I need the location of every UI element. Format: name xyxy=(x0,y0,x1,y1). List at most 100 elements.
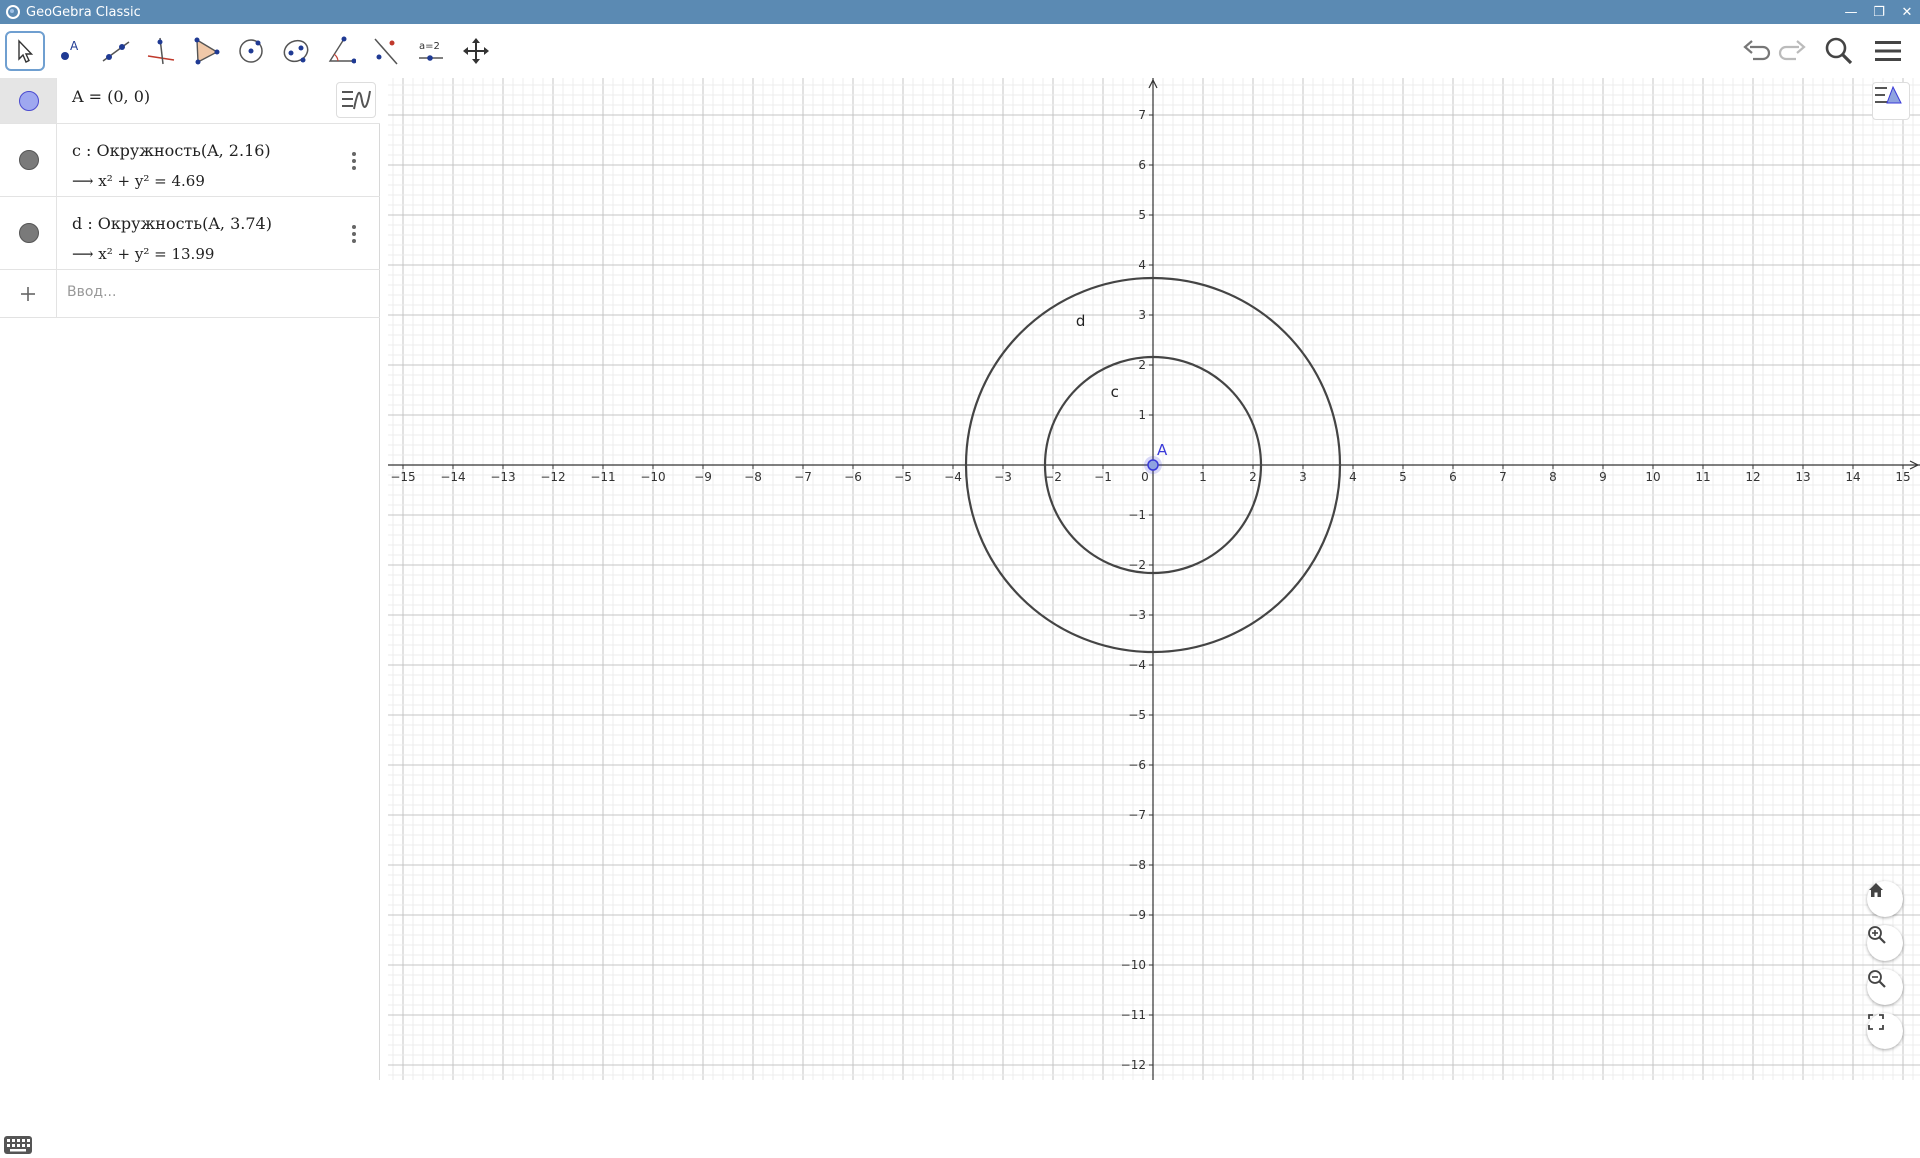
graphics-view[interactable]: −15 −14 −13 −12 −11 −10 −9 −8 −7 −6 −5 −4 −3 −2 −1 0 1 2 3… xyxy=(388,78,1920,1080)
move-tool-button[interactable] xyxy=(5,31,45,71)
graphics-style-button[interactable] xyxy=(1872,82,1910,120)
ellipse-icon xyxy=(283,39,309,63)
visibility-marble[interactable] xyxy=(19,150,39,170)
reflect-icon xyxy=(374,38,398,65)
x-tick-label: 10 xyxy=(1645,470,1660,484)
algebra-input-row[interactable]: Ввод... xyxy=(0,270,380,318)
plus-icon[interactable] xyxy=(18,284,38,304)
x-tick-label: −7 xyxy=(794,470,812,484)
y-tick-label: 7 xyxy=(1138,108,1146,122)
x-tick-label: 8 xyxy=(1549,470,1557,484)
algebra-style-button[interactable] xyxy=(336,82,376,118)
algebra-value: ⟶ x² + y² = 4.69 xyxy=(72,172,205,190)
algebra-view: A = (0, 0) c : Окружность(A, 2.16) ⟶ x² … xyxy=(0,78,380,1154)
x-tick-label: 12 xyxy=(1745,470,1760,484)
circle-label-c: c xyxy=(1111,383,1119,401)
more-options-icon[interactable] xyxy=(352,225,356,243)
polygon-icon xyxy=(194,37,220,65)
ellipse-tool-button[interactable] xyxy=(276,31,316,71)
x-tick-label: 1 xyxy=(1199,470,1207,484)
keyboard-icon[interactable] xyxy=(4,1136,32,1154)
reflect-tool-button[interactable] xyxy=(366,31,406,71)
move-graphics-view-tool-button[interactable] xyxy=(456,31,496,71)
algebra-row-c[interactable]: c : Окружность(A, 2.16) ⟶ x² + y² = 4.69 xyxy=(0,124,380,197)
restore-icon[interactable]: ❐ xyxy=(1872,5,1886,20)
marble-column xyxy=(0,197,57,269)
output-arrow: ⟶ xyxy=(72,245,94,263)
slider-tool-button[interactable]: a=2 xyxy=(411,31,451,71)
undo-button[interactable] xyxy=(1737,32,1775,70)
algebra-row-d[interactable]: d : Окружность(A, 3.74) ⟶ x² + y² = 13.9… xyxy=(0,197,380,270)
search-button[interactable] xyxy=(1820,32,1858,70)
circle-icon xyxy=(239,39,263,63)
visibility-marble[interactable] xyxy=(19,223,39,243)
algebra-row-A[interactable]: A = (0, 0) xyxy=(0,78,380,124)
y-tick-label: 4 xyxy=(1138,258,1146,272)
marble-column xyxy=(0,124,57,196)
algebra-value: ⟶ x² + y² = 13.99 xyxy=(72,245,214,263)
move-view-icon xyxy=(463,38,489,64)
point-icon: A xyxy=(61,39,79,60)
minimize-icon[interactable]: — xyxy=(1844,5,1858,20)
circle-tool-button[interactable] xyxy=(231,31,271,71)
point-tool-button[interactable]: A xyxy=(51,31,91,71)
y-tick-label: −9 xyxy=(1128,908,1146,922)
x-tick-label: −9 xyxy=(694,470,712,484)
zoom-in-button[interactable] xyxy=(1867,925,1903,961)
marble-column xyxy=(0,78,57,123)
line-tool-button[interactable] xyxy=(96,31,136,71)
redo-button[interactable] xyxy=(1774,32,1812,70)
x-tick-label: −5 xyxy=(894,470,912,484)
x-tick-label: 9 xyxy=(1599,470,1607,484)
algebra-value-text: x² + y² = 4.69 xyxy=(98,172,205,190)
angle-icon xyxy=(328,36,356,64)
algebra-style-icon xyxy=(342,90,371,110)
input-bar-placeholder[interactable]: Ввод... xyxy=(67,284,116,300)
marble-column xyxy=(0,270,57,317)
x-tick-label: 5 xyxy=(1399,470,1407,484)
zoom-out-button[interactable] xyxy=(1867,969,1903,1005)
y-tick-label: −10 xyxy=(1121,958,1146,972)
home-icon xyxy=(1869,883,1883,897)
x-tick-label: −1 xyxy=(1094,470,1112,484)
more-options-icon[interactable] xyxy=(352,152,356,170)
y-tick-label: 5 xyxy=(1138,208,1146,222)
standard-view-button[interactable] xyxy=(1867,881,1903,917)
y-tick-label: −7 xyxy=(1128,808,1146,822)
x-tick-label: −6 xyxy=(844,470,862,484)
main-menu-button[interactable] xyxy=(1869,32,1907,70)
fullscreen-icon xyxy=(1868,1014,1884,1030)
y-tick-label: 6 xyxy=(1138,158,1146,172)
algebra-definition[interactable]: d : Окружность(A, 3.74) xyxy=(72,214,272,233)
slider-icon: a=2 xyxy=(419,41,443,61)
visibility-marble[interactable] xyxy=(19,91,39,111)
y-tick-label: 2 xyxy=(1138,358,1146,372)
algebra-value-text: x² + y² = 13.99 xyxy=(98,245,215,263)
x-tick-label: 6 xyxy=(1449,470,1457,484)
x-tick-label: 7 xyxy=(1499,470,1507,484)
svg-text:a=2: a=2 xyxy=(419,41,440,52)
perpendicular-line-tool-button[interactable] xyxy=(141,31,181,71)
geogebra-logo-icon xyxy=(6,5,20,19)
x-tick-label: −14 xyxy=(440,470,465,484)
algebra-definition[interactable]: c : Окружность(A, 2.16) xyxy=(72,141,271,160)
polygon-tool-button[interactable] xyxy=(186,31,226,71)
arrow-cursor-icon xyxy=(18,39,34,63)
x-tick-label: −15 xyxy=(390,470,415,484)
x-tick-label: −4 xyxy=(944,470,962,484)
x-tick-label: 11 xyxy=(1695,470,1710,484)
window-title: GeoGebra Classic xyxy=(26,4,141,20)
y-tick-label: −8 xyxy=(1128,858,1146,872)
algebra-definition[interactable]: A = (0, 0) xyxy=(72,87,150,106)
point-A[interactable] xyxy=(1147,459,1159,471)
angle-tool-button[interactable] xyxy=(321,31,361,71)
x-tick-label: 13 xyxy=(1795,470,1810,484)
x-tick-label: −10 xyxy=(640,470,665,484)
x-tick-label: 4 xyxy=(1349,470,1357,484)
coordinate-plane[interactable]: −15 −14 −13 −12 −11 −10 −9 −8 −7 −6 −5 −4 −3 −2 −1 0 1 2 3… xyxy=(388,78,1920,1080)
line-icon xyxy=(102,41,130,62)
fullscreen-button[interactable] xyxy=(1867,1013,1903,1049)
close-icon[interactable]: ✕ xyxy=(1900,5,1914,20)
x-tick-label: −11 xyxy=(590,470,615,484)
undo-icon xyxy=(1743,40,1771,61)
